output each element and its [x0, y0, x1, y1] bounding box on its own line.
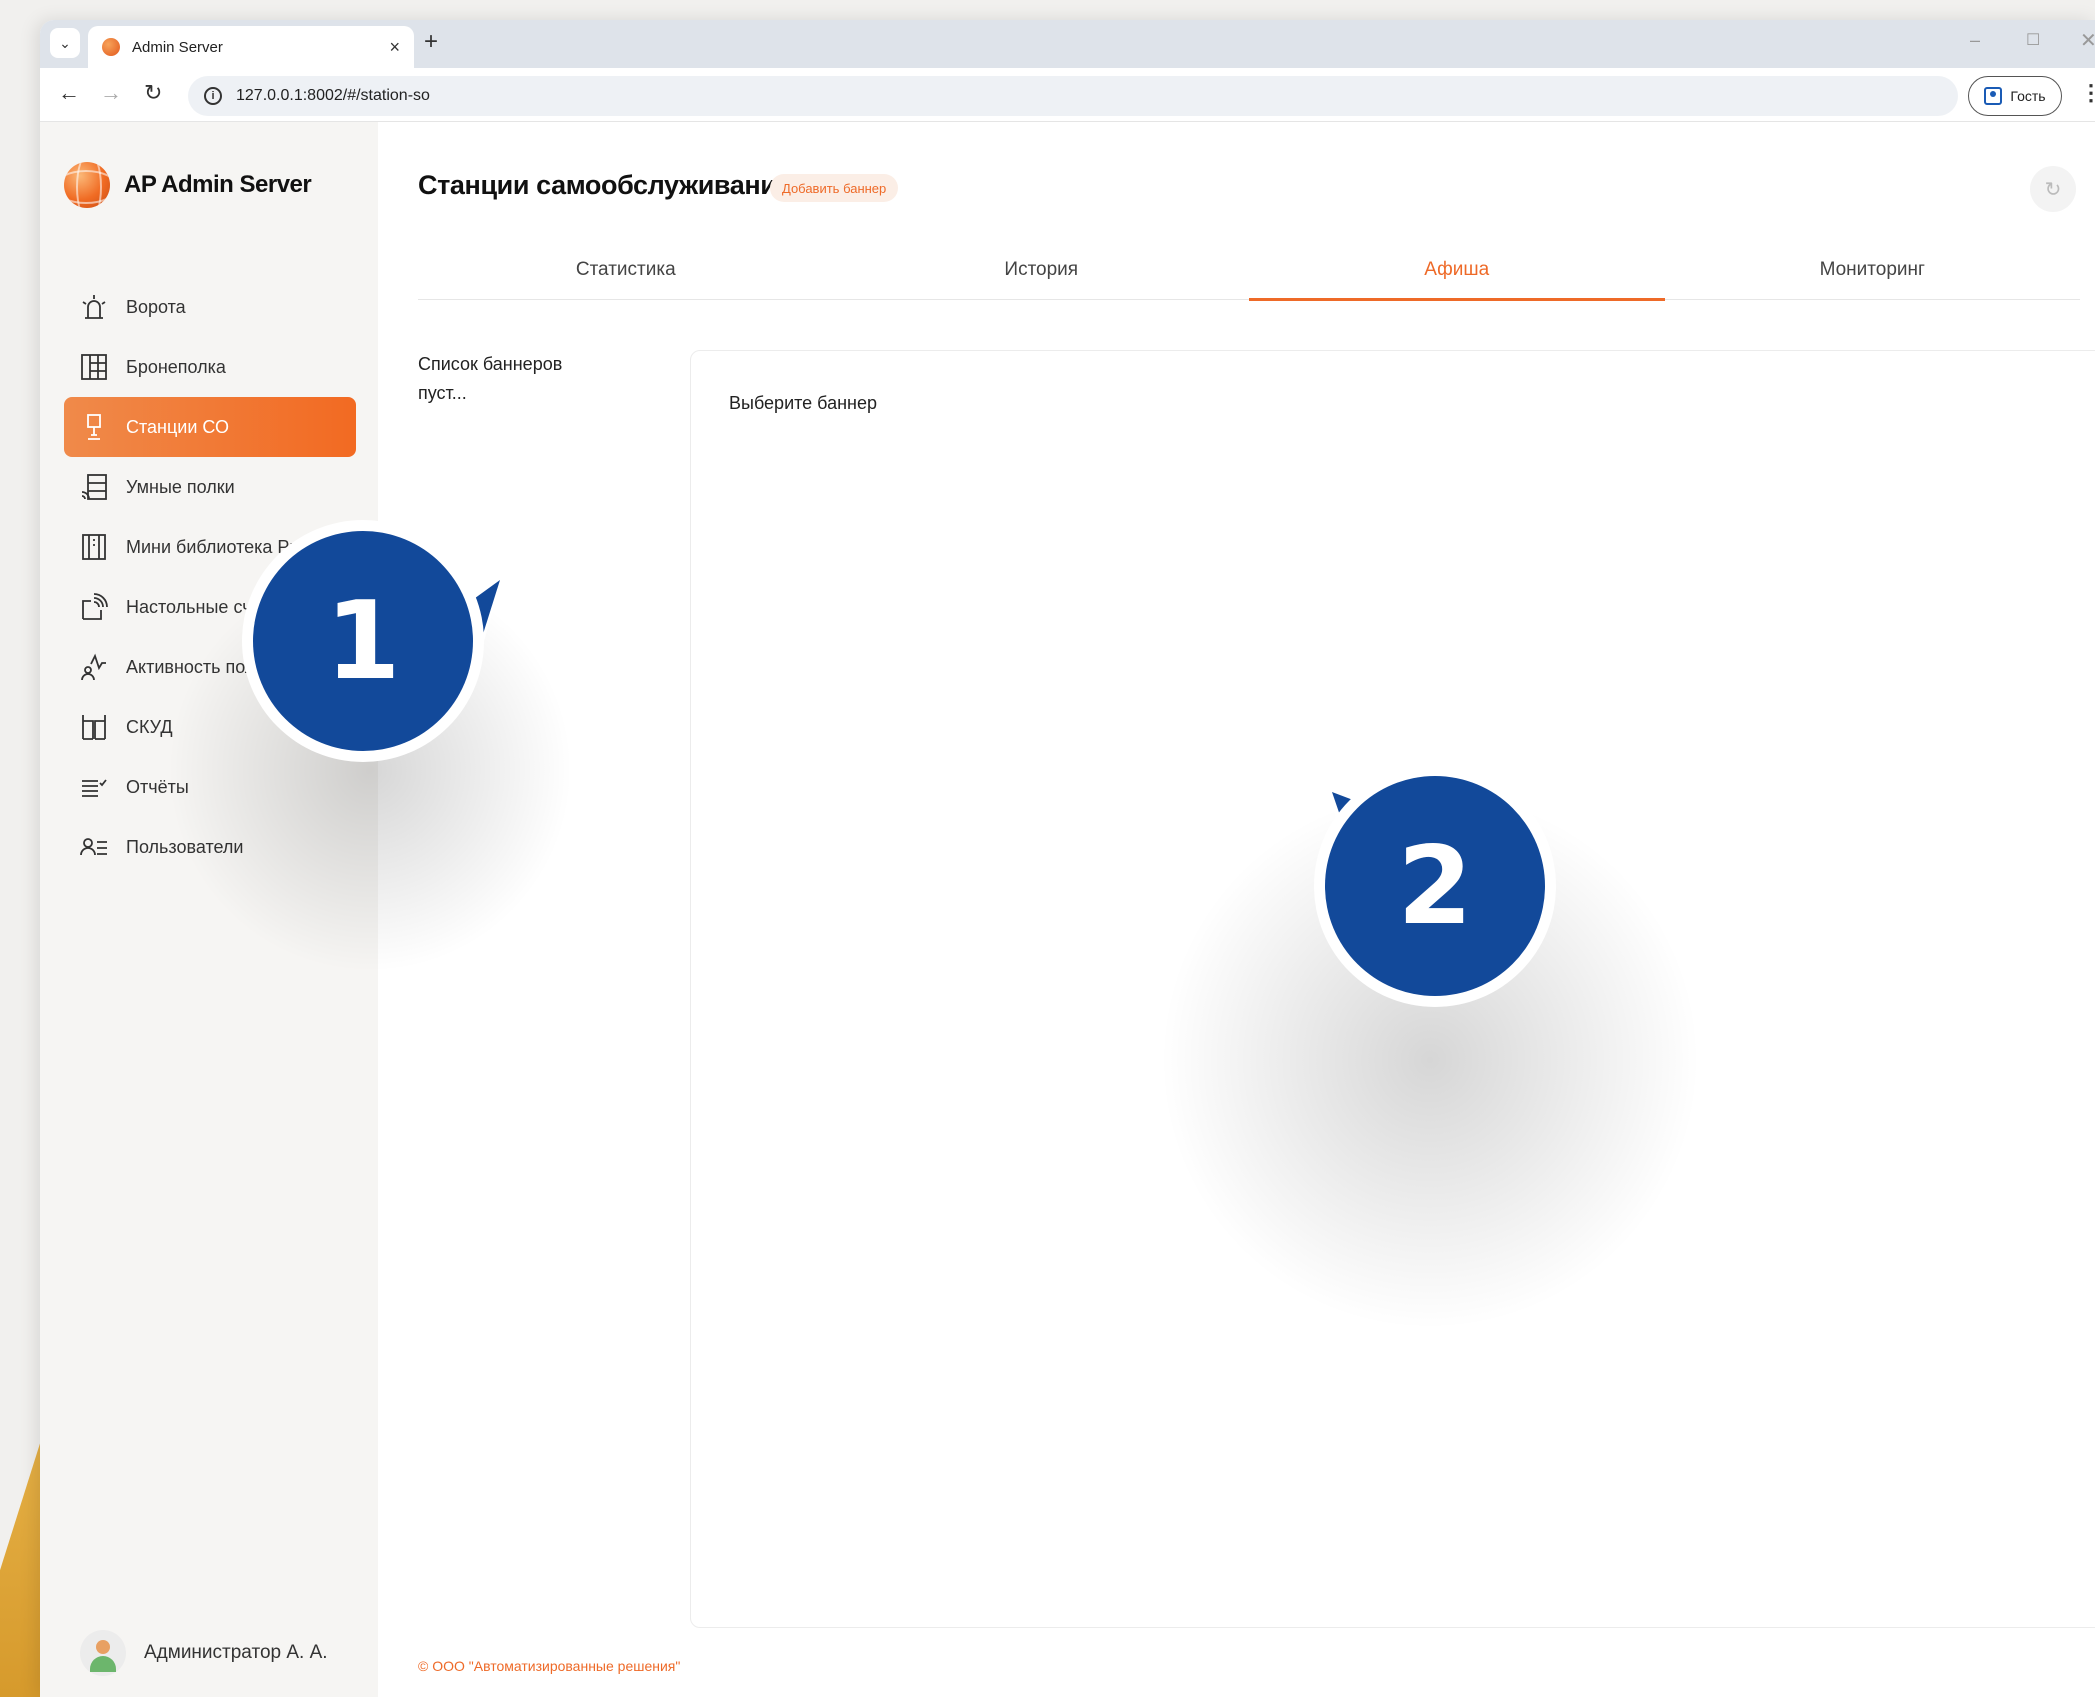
brand: AP Admin Server [64, 162, 312, 208]
minimize-icon[interactable]: – [1970, 30, 1980, 51]
tab-statistics[interactable]: Статистика [418, 240, 834, 299]
maximize-icon[interactable]: ☐ [2026, 30, 2040, 50]
tab-bar: Статистика История Афиша Мониторинг [418, 240, 2081, 301]
favicon-icon [102, 38, 120, 56]
sidebar-item-gates[interactable]: Ворота [64, 277, 356, 337]
address-bar[interactable]: i 127.0.0.1:8002/#/station-so [188, 76, 1958, 116]
close-window-icon[interactable]: ✕ [2080, 28, 2095, 53]
site-info-icon[interactable]: i [204, 87, 222, 105]
sidebar-item-label: Станции СО [126, 416, 230, 437]
callout-badge-1: 1 [242, 520, 484, 762]
tab-search-button[interactable]: ⌄ [50, 28, 80, 58]
reload-icon[interactable]: ↻ [144, 80, 162, 106]
mini-library-icon [78, 531, 110, 563]
chevron-down-icon: ⌄ [59, 34, 71, 51]
profile-button[interactable]: Гость [1968, 76, 2062, 116]
banner-list-empty-text: Список баннеров пуст... [418, 354, 563, 403]
sidebar-item-label: Бронеполка [126, 356, 226, 377]
footer-copyright: © ООО "Автоматизированные решения" [418, 1658, 681, 1674]
sidebar-item-smart-shelves[interactable]: Умные полки [64, 457, 356, 517]
avatar [80, 1630, 126, 1676]
access-control-icon [78, 711, 110, 743]
select-banner-hint: Выберите баннер [729, 393, 877, 413]
reports-icon [78, 771, 110, 803]
refresh-icon[interactable]: ↻ [2030, 166, 2076, 212]
callout-number: 2 [1325, 776, 1545, 996]
activity-icon [78, 651, 110, 683]
smart-shelf-icon [78, 471, 110, 503]
tab-strip: ⌄ Admin Server × + – ☐ ✕ [40, 20, 2095, 68]
desktop-reader-icon [78, 591, 110, 623]
tab-close-icon[interactable]: × [389, 37, 400, 58]
brand-logo-icon [64, 162, 110, 208]
users-icon [78, 831, 110, 863]
page-title: Станции самообслуживания [418, 170, 792, 200]
sidebar-item-self-service-stations[interactable]: Станции СО [64, 397, 356, 457]
callout-number: 1 [253, 531, 473, 751]
tab-monitoring[interactable]: Мониторинг [1665, 240, 2081, 299]
kiosk-icon [78, 411, 110, 443]
grid-shelf-icon [78, 351, 110, 383]
browser-tab[interactable]: Admin Server × [88, 26, 414, 68]
profile-label: Гость [2010, 88, 2046, 104]
tab-poster[interactable]: Афиша [1249, 240, 1665, 301]
add-banner-button[interactable]: Добавить баннер [770, 174, 899, 202]
tab-history[interactable]: История [834, 240, 1250, 299]
callout-badge-2: 2 [1314, 765, 1556, 1007]
browser-menu-icon[interactable]: ⋮ [2080, 80, 2095, 106]
sidebar-item-armored-shelf[interactable]: Бронеполка [64, 337, 356, 397]
sidebar-item-label: Умные полки [126, 476, 235, 497]
user-name: Администратор А. А. [144, 1642, 328, 1663]
tab-title: Admin Server [132, 38, 223, 56]
sidebar-item-label: Ворота [126, 296, 186, 317]
url-text: 127.0.0.1:8002/#/station-so [236, 87, 430, 104]
browser-toolbar: ← → ↻ i 127.0.0.1:8002/#/station-so Гост… [40, 68, 2095, 122]
gate-icon [78, 291, 110, 323]
current-user[interactable]: Администратор А. А. [80, 1630, 328, 1676]
new-tab-button[interactable]: + [424, 28, 438, 56]
profile-icon [1984, 87, 2003, 105]
back-arrow-icon[interactable]: ← [58, 80, 80, 106]
forward-arrow-icon[interactable]: → [100, 80, 122, 106]
brand-name: AP Admin Server [124, 171, 312, 198]
